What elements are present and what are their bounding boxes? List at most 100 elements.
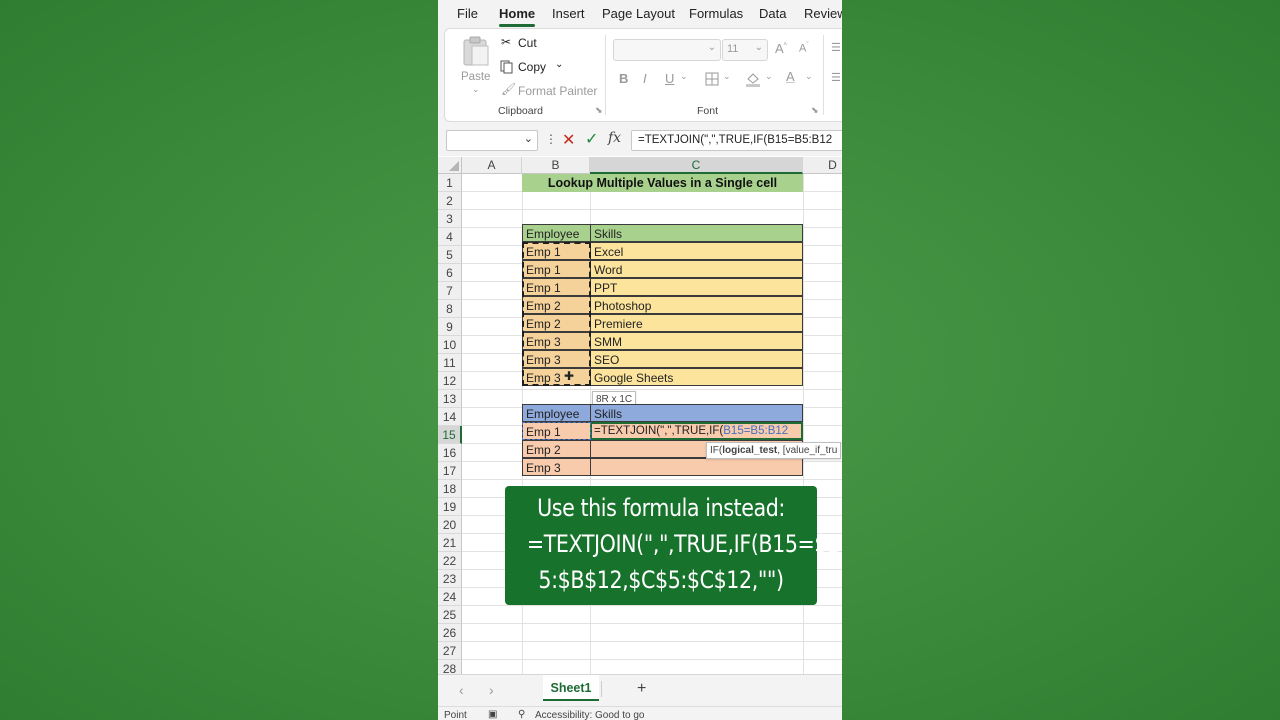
row-header[interactable]: 10	[438, 336, 462, 354]
sheet-title-cell[interactable]: Lookup Multiple Values in a Single cell	[522, 174, 803, 192]
add-sheet-icon[interactable]: +	[637, 680, 646, 698]
employee-cell[interactable]: Emp 3	[522, 350, 591, 368]
result-employee-cell[interactable]: Emp 3	[522, 458, 591, 476]
format-painter-button[interactable]: Format Painter	[518, 84, 597, 98]
skill-cell[interactable]: SEO	[590, 350, 803, 368]
row-header[interactable]: 3	[438, 210, 462, 228]
table2-header-skills[interactable]: Skills	[590, 404, 803, 422]
employee-cell[interactable]: Emp 1	[522, 278, 591, 296]
skill-cell[interactable]: PPT	[590, 278, 803, 296]
column-header-d[interactable]: D	[803, 157, 842, 174]
skill-cell[interactable]: Photoshop	[590, 296, 803, 314]
result-employee-cell[interactable]: Emp 2	[522, 440, 591, 458]
row-header[interactable]: 19	[438, 498, 462, 516]
bold-button[interactable]: B	[619, 71, 628, 86]
dialog-launcher-icon[interactable]: ⬊	[811, 105, 819, 116]
skill-cell[interactable]: Excel	[590, 242, 803, 260]
employee-cell[interactable]: Emp 2	[522, 314, 591, 332]
employee-cell[interactable]: Emp 2	[522, 296, 591, 314]
column-header-b[interactable]: B	[522, 157, 590, 174]
borders-icon[interactable]	[705, 72, 719, 86]
chevron-down-icon[interactable]: ⌄	[680, 71, 688, 82]
name-box[interactable]: ⌄	[446, 130, 538, 151]
editing-cell-c15[interactable]: =TEXTJOIN(",",TRUE,IF(B15=B5:B12	[590, 422, 803, 440]
row-header[interactable]: 11	[438, 354, 462, 372]
row-header[interactable]: 2	[438, 192, 462, 210]
select-all-corner[interactable]	[438, 157, 462, 174]
chevron-down-icon[interactable]: ⌄	[555, 59, 563, 70]
row-header[interactable]: 15	[438, 426, 462, 444]
row-header[interactable]: 1	[438, 174, 462, 192]
row-header[interactable]: 21	[438, 534, 462, 552]
row-header[interactable]: 26	[438, 624, 462, 642]
row-header[interactable]: 27	[438, 642, 462, 660]
row-header[interactable]: 24	[438, 588, 462, 606]
accessibility-status[interactable]: Accessibility: Good to go	[535, 710, 645, 720]
align-icon[interactable]: ☰	[831, 71, 841, 84]
column-header-c[interactable]: C	[590, 157, 803, 174]
formula-input[interactable]: =TEXTJOIN(",",TRUE,IF(B15=B5:B12	[631, 130, 842, 151]
increase-font-icon[interactable]: A^	[775, 41, 787, 56]
tab-review[interactable]: Review	[804, 6, 842, 21]
cut-button[interactable]: Cut	[518, 36, 537, 50]
cancel-icon[interactable]: ✕	[562, 130, 575, 150]
result-employee-cell[interactable]: Emp 1	[522, 422, 591, 440]
row-header[interactable]: 8	[438, 300, 462, 318]
skill-cell[interactable]: SMM	[590, 332, 803, 350]
chevron-down-icon[interactable]: ⌄	[765, 71, 773, 82]
table1-header-skills[interactable]: Skills	[590, 224, 803, 242]
row-header[interactable]: 16	[438, 444, 462, 462]
italic-button[interactable]: I	[643, 71, 647, 86]
scroll-right-icon[interactable]: ›	[489, 682, 494, 698]
result-skills-cell[interactable]	[590, 458, 803, 476]
scroll-left-icon[interactable]: ‹	[459, 682, 464, 698]
font-name-select[interactable]: ⌄	[613, 39, 721, 61]
paste-button[interactable]: Paste ⌄	[455, 33, 495, 95]
more-icon[interactable]: ⋮	[545, 132, 557, 146]
table2-header-employee[interactable]: Employee	[522, 404, 591, 422]
fill-color-icon[interactable]	[745, 71, 761, 87]
underline-button[interactable]: U	[665, 71, 674, 86]
row-header[interactable]: 22	[438, 552, 462, 570]
row-header[interactable]: 14	[438, 408, 462, 426]
macro-record-icon[interactable]: ▣	[488, 709, 497, 720]
row-header[interactable]: 20	[438, 516, 462, 534]
tab-formulas[interactable]: Formulas	[689, 6, 743, 21]
tab-file[interactable]: File	[457, 6, 478, 21]
tab-insert[interactable]: Insert	[552, 6, 585, 21]
align-icon[interactable]: ☰	[831, 41, 841, 54]
row-header[interactable]: 5	[438, 246, 462, 264]
chevron-down-icon[interactable]: ⌄	[805, 71, 813, 82]
skill-cell[interactable]: Google Sheets	[590, 368, 803, 386]
row-header[interactable]: 25	[438, 606, 462, 624]
row-header[interactable]: 12	[438, 372, 462, 390]
font-color-icon[interactable]: A	[786, 69, 795, 84]
skill-cell[interactable]: Word	[590, 260, 803, 278]
enter-icon[interactable]: ✓	[585, 129, 598, 149]
employee-cell[interactable]: Emp 3	[522, 332, 591, 350]
tab-data[interactable]: Data	[759, 6, 786, 21]
row-header[interactable]: 7	[438, 282, 462, 300]
row-header[interactable]: 4	[438, 228, 462, 246]
row-header[interactable]: 6	[438, 264, 462, 282]
insert-function-button[interactable]: fx	[608, 130, 621, 146]
row-header[interactable]: 9	[438, 318, 462, 336]
row-header[interactable]: 13	[438, 390, 462, 408]
table1-header-employee[interactable]: Employee	[522, 224, 591, 242]
employee-cell[interactable]: Emp 1	[522, 242, 591, 260]
dialog-launcher-icon[interactable]: ⬊	[595, 105, 603, 116]
employee-cell[interactable]: Emp 1	[522, 260, 591, 278]
column-header-a[interactable]: A	[462, 157, 522, 174]
employee-cell[interactable]: Emp 3	[522, 368, 591, 386]
decrease-font-icon[interactable]: Aˇ	[799, 42, 809, 55]
font-size-select[interactable]: 11 ⌄	[722, 39, 768, 61]
tab-page-layout[interactable]: Page Layout	[602, 6, 675, 21]
skill-cell[interactable]: Premiere	[590, 314, 803, 332]
row-header[interactable]: 17	[438, 462, 462, 480]
row-header[interactable]: 23	[438, 570, 462, 588]
sheet-tab-sheet1[interactable]: Sheet1	[543, 675, 599, 701]
copy-button[interactable]: Copy	[518, 60, 546, 74]
chevron-down-icon[interactable]: ⌄	[723, 71, 731, 82]
tab-home[interactable]: Home	[499, 6, 535, 21]
row-header[interactable]: 18	[438, 480, 462, 498]
